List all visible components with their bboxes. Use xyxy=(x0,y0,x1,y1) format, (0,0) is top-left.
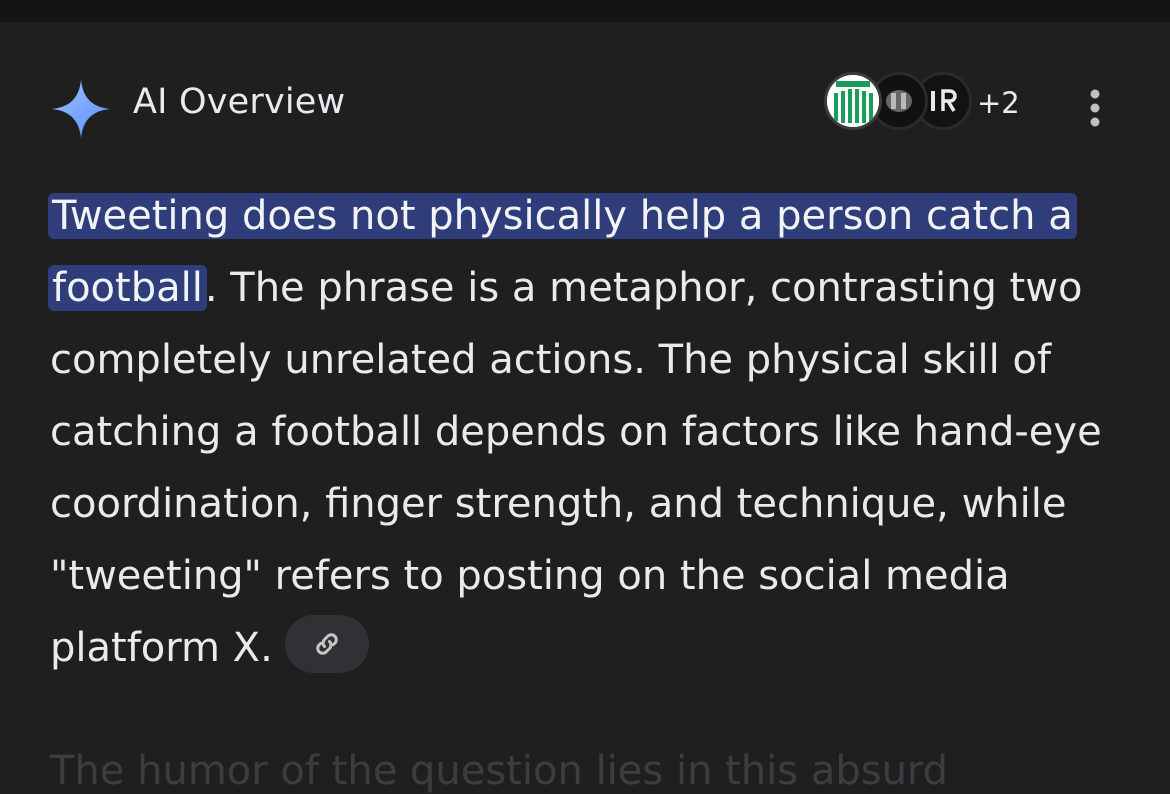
more-options-button[interactable] xyxy=(1072,80,1118,136)
source-link-button[interactable] xyxy=(284,615,369,673)
sparkle-icon xyxy=(52,80,110,138)
ai-overview-header: AI Overview +2 xyxy=(50,72,1120,138)
more-sources-count[interactable]: +2 xyxy=(977,86,1020,120)
top-edge-strip xyxy=(0,0,1170,22)
link-icon xyxy=(316,633,338,655)
striped-logo-icon xyxy=(827,75,879,127)
source-avatar[interactable] xyxy=(824,72,882,130)
next-paragraph-faded: The humor of the question lies in this a… xyxy=(50,748,949,794)
ai-overview-title: AI Overview xyxy=(133,82,346,122)
more-vert-icon xyxy=(1090,89,1100,127)
source-avatars[interactable]: +2 xyxy=(824,72,1024,134)
answer-body: . The phrase is a metaphor, contrasting … xyxy=(50,265,1102,671)
ai-overview-answer: Tweeting does not physically help a pers… xyxy=(48,180,1125,684)
